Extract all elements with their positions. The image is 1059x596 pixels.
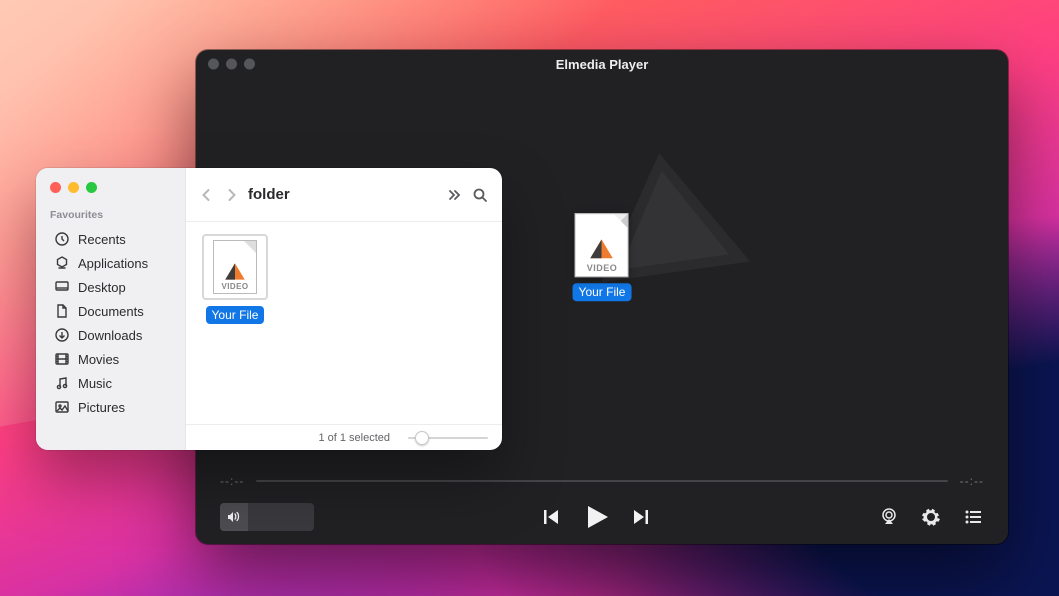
- sidebar-item-downloads[interactable]: Downloads: [50, 323, 177, 347]
- chevron-left-icon: [200, 187, 213, 203]
- icon-size-slider[interactable]: [408, 437, 488, 439]
- elmedia-logo-icon: [222, 260, 248, 282]
- file-item[interactable]: VIDEO Your File: [202, 234, 268, 324]
- selection-count: 1 of 1 selected: [318, 432, 390, 444]
- sidebar-item-label: Recents: [78, 232, 126, 247]
- back-button[interactable]: [200, 187, 213, 203]
- player-window-controls[interactable]: [208, 59, 255, 70]
- pictures-icon: [54, 399, 70, 415]
- next-button[interactable]: [631, 507, 651, 527]
- volume-slider[interactable]: [248, 503, 314, 531]
- finder-content-area[interactable]: VIDEO Your File: [186, 222, 502, 424]
- settings-icon[interactable]: [920, 506, 942, 528]
- sidebar-item-applications[interactable]: Applications: [50, 251, 177, 275]
- time-elapsed: --:--: [220, 474, 244, 488]
- search-button[interactable]: [472, 187, 488, 203]
- finder-folder-title: folder: [248, 186, 290, 203]
- desktop-icon: [54, 279, 70, 295]
- finder-status-bar: 1 of 1 selected: [186, 424, 502, 450]
- sidebar-item-label: Desktop: [78, 280, 126, 295]
- dragged-file-type: VIDEO: [587, 263, 618, 273]
- finder-window-controls[interactable]: [50, 182, 177, 193]
- double-chevron-right-icon: [446, 187, 462, 203]
- sidebar-item-label: Pictures: [78, 400, 125, 415]
- sidebar-section-header: Favourites: [50, 209, 177, 221]
- sidebar-item-movies[interactable]: Movies: [50, 347, 177, 371]
- finder-main: folder VIDEO Your File: [186, 168, 502, 450]
- slider-knob[interactable]: [415, 431, 429, 445]
- sidebar-item-pictures[interactable]: Pictures: [50, 395, 177, 419]
- player-zoom-dot[interactable]: [244, 59, 255, 70]
- chevron-right-icon: [225, 187, 238, 203]
- airplay-icon[interactable]: [878, 506, 900, 528]
- finder-zoom-dot[interactable]: [86, 182, 97, 193]
- volume-icon[interactable]: [220, 503, 248, 531]
- clock-icon: [54, 231, 70, 247]
- player-title: Elmedia Player: [556, 57, 649, 72]
- music-icon: [54, 375, 70, 391]
- finder-minimize-dot[interactable]: [68, 182, 79, 193]
- playlist-icon[interactable]: [962, 506, 984, 528]
- applications-icon: [54, 255, 70, 271]
- file-name-label[interactable]: Your File: [206, 306, 265, 324]
- progress-track[interactable]: [256, 480, 947, 482]
- file-thumbnail[interactable]: VIDEO: [202, 234, 268, 300]
- document-icon: [54, 303, 70, 319]
- play-button[interactable]: [581, 502, 611, 532]
- finder-sidebar: Favourites Recents Applications Desktop …: [36, 168, 186, 450]
- drop-target-preview: VIDEO Your File: [573, 213, 632, 301]
- player-titlebar[interactable]: Elmedia Player: [196, 50, 1008, 78]
- forward-button[interactable]: [225, 187, 238, 203]
- sidebar-item-desktop[interactable]: Desktop: [50, 275, 177, 299]
- file-type-tag: VIDEO: [222, 282, 249, 291]
- player-minimize-dot[interactable]: [226, 59, 237, 70]
- sidebar-item-music[interactable]: Music: [50, 371, 177, 395]
- time-remaining: --:--: [960, 474, 984, 488]
- finder-close-dot[interactable]: [50, 182, 61, 193]
- sidebar-item-recents[interactable]: Recents: [50, 227, 177, 251]
- sidebar-item-label: Movies: [78, 352, 119, 367]
- previous-button[interactable]: [541, 507, 561, 527]
- sidebar-item-label: Documents: [78, 304, 144, 319]
- finder-toolbar: folder: [186, 168, 502, 222]
- sidebar-item-label: Applications: [78, 256, 148, 271]
- sidebar-item-documents[interactable]: Documents: [50, 299, 177, 323]
- sidebar-item-label: Downloads: [78, 328, 142, 343]
- player-controls: --:-- --:--: [196, 454, 1008, 544]
- volume-control[interactable]: [220, 503, 314, 531]
- movies-icon: [54, 351, 70, 367]
- player-close-dot[interactable]: [208, 59, 219, 70]
- finder-window: Favourites Recents Applications Desktop …: [36, 168, 502, 450]
- search-icon: [472, 187, 488, 203]
- toolbar-overflow-button[interactable]: [446, 187, 462, 203]
- download-icon: [54, 327, 70, 343]
- dragged-file-icon: VIDEO: [575, 213, 629, 277]
- sidebar-item-label: Music: [78, 376, 112, 391]
